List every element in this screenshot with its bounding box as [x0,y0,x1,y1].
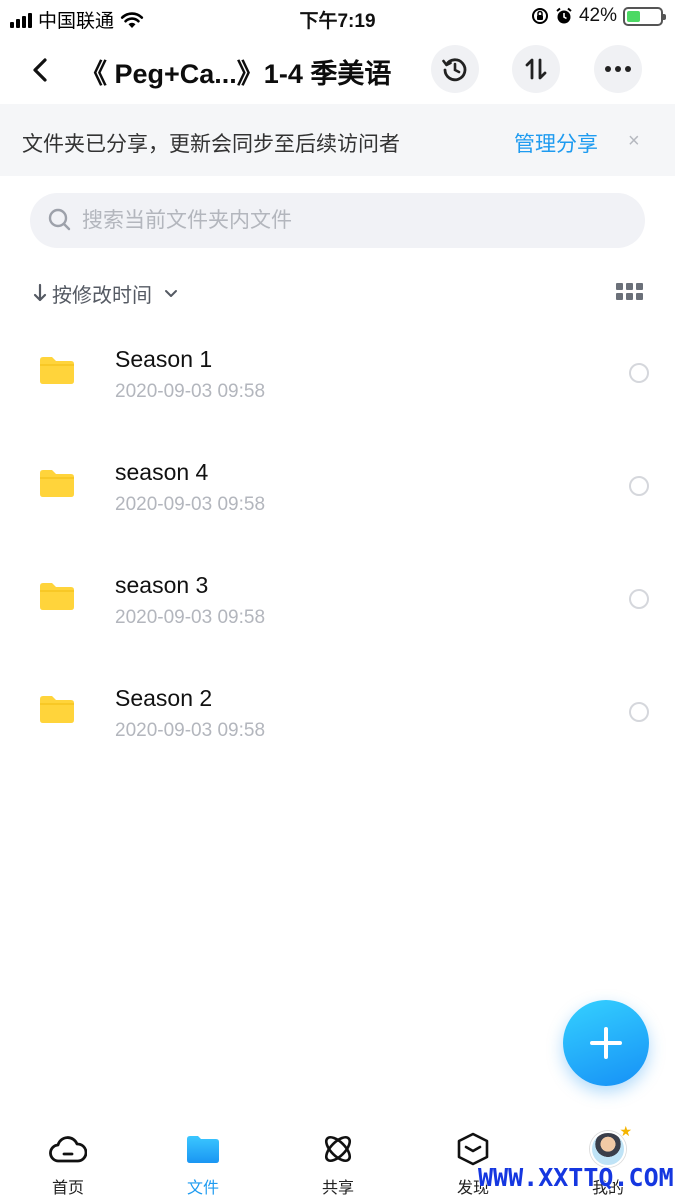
nav-bar: 《 Peg+Ca...》1-4 季美语 [0,40,675,102]
alarm-icon [556,7,572,24]
select-radio[interactable] [629,363,649,383]
search-icon [48,208,71,231]
status-bar: 中国联通 下午7:19 42% [0,0,675,36]
select-radio[interactable] [629,589,649,609]
status-right: 42% [531,5,666,27]
back-button[interactable] [22,52,58,88]
folder-row[interactable]: Season 2 2020-09-03 09:58 [0,655,675,768]
grid-view-toggle[interactable] [616,283,643,301]
search-input[interactable] [82,193,622,248]
tab-label: 文件 [186,1180,219,1197]
chevron-down-icon [165,290,177,297]
more-button[interactable] [594,45,642,93]
folder-date: 2020-09-03 09:58 [115,381,266,402]
history-button[interactable] [431,45,479,93]
select-radio[interactable] [629,702,649,722]
close-banner-button[interactable]: × [628,130,640,153]
history-icon [442,58,467,82]
folder-name: season 4 [115,459,209,485]
share-banner: 文件夹已分享，更新会同步至后续访问者 管理分享 × [0,104,675,176]
sort-swap-button[interactable] [512,45,560,93]
folder-row[interactable]: season 4 2020-09-03 09:58 [0,429,675,542]
sort-swap-icon [525,58,547,80]
folder-date: 2020-09-03 09:58 [115,607,266,628]
select-radio[interactable] [629,476,649,496]
orbit-icon [324,1135,352,1163]
folder-icon [40,357,74,384]
avatar: ★ [590,1123,632,1167]
file-list: Season 1 2020-09-03 09:58 season 4 2020-… [0,316,675,768]
crown-icon: ★ [619,1123,632,1139]
arrow-down-icon [33,283,47,302]
folder-name: Season 1 [115,346,213,372]
tab-label: 共享 [321,1180,354,1197]
folder-name: season 3 [115,572,209,598]
tab-share[interactable]: 共享 [293,1130,383,1198]
more-icon [605,66,631,72]
add-button[interactable] [563,1000,649,1086]
cloud-icon [49,1136,87,1163]
sort-selector[interactable]: 按修改时间 [32,278,180,308]
folder-icon [40,470,74,497]
manage-share-link[interactable]: 管理分享 [514,128,598,158]
folder-icon [40,583,74,610]
box-icon [457,1132,489,1166]
folder-icon [40,696,74,723]
folder-name: Season 2 [115,685,213,711]
rotation-lock-icon [531,8,548,24]
battery-level [627,10,641,22]
plus-icon [590,1027,622,1059]
page-title: 《 Peg+Ca...》1-4 季美语 [80,59,392,89]
folder-date: 2020-09-03 09:58 [115,720,266,741]
folder-date: 2020-09-03 09:58 [115,494,266,515]
watermark: WWW.XXTTQ.COM [478,1163,674,1192]
battery-icon [623,6,666,26]
tab-files[interactable]: 文件 [158,1130,248,1198]
tab-label: 首页 [51,1180,84,1197]
sort-label: 按修改时间 [52,284,152,307]
share-banner-text: 文件夹已分享，更新会同步至后续访问者 [22,133,400,156]
folder-icon [187,1136,219,1163]
folder-row[interactable]: Season 1 2020-09-03 09:58 [0,316,675,429]
back-icon [33,58,47,82]
search-bar[interactable] [30,193,645,248]
tab-home[interactable]: 首页 [23,1130,113,1198]
battery-percent: 42% [578,5,617,26]
folder-row[interactable]: season 3 2020-09-03 09:58 [0,542,675,655]
